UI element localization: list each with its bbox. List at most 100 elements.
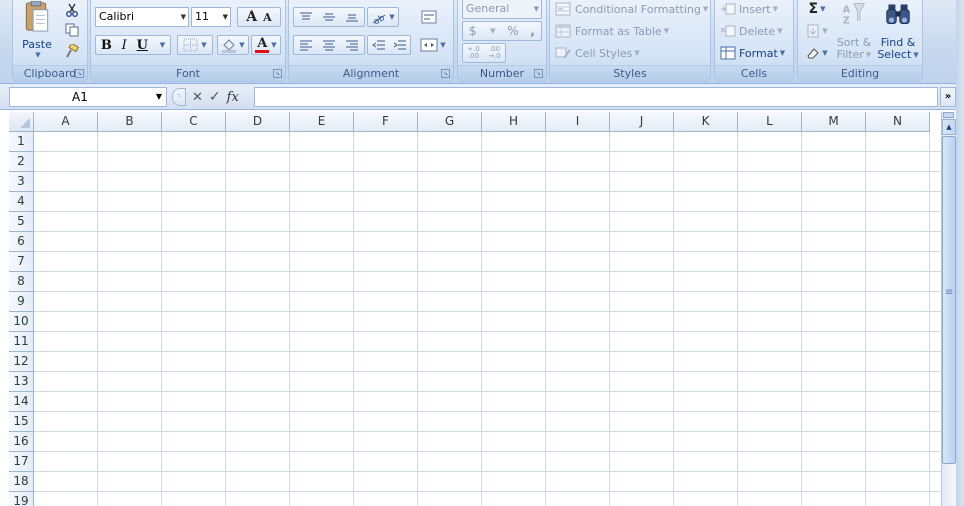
row-header-18[interactable]: 18 <box>9 472 34 492</box>
row-header-6[interactable]: 6 <box>9 232 34 252</box>
font-dialog-launcher[interactable]: ↘ <box>273 69 282 78</box>
format-as-table-button[interactable]: Format as Table ▼ <box>554 22 710 40</box>
expand-formula-bar-icon[interactable]: » <box>940 87 956 107</box>
underline-dropdown-icon[interactable]: ▼ <box>160 41 165 49</box>
merge-center-dropdown-icon[interactable]: ▼ <box>440 41 445 49</box>
font-name-combo[interactable]: Calibri ▼ <box>95 7 189 27</box>
cell-styles-dropdown-icon[interactable]: ▼ <box>634 49 639 57</box>
column-header-g[interactable]: G <box>418 112 482 132</box>
borders-dropdown-icon[interactable]: ▼ <box>201 41 206 49</box>
comma-button[interactable]: , <box>530 24 535 39</box>
column-header-i[interactable]: I <box>546 112 610 132</box>
number-dialog-launcher[interactable]: ↘ <box>534 69 543 78</box>
paste-dropdown-icon[interactable]: ▼ <box>35 51 40 59</box>
currency-button[interactable]: $ <box>469 24 477 38</box>
font-size-dropdown-icon[interactable]: ▼ <box>223 8 228 26</box>
align-center-icon[interactable] <box>322 39 336 51</box>
cell-area[interactable] <box>34 132 941 506</box>
decrease-indent-icon[interactable] <box>371 39 386 51</box>
column-header-m[interactable]: M <box>802 112 866 132</box>
row-header-9[interactable]: 9 <box>9 292 34 312</box>
row-header-19[interactable]: 19 <box>9 492 34 506</box>
row-header-14[interactable]: 14 <box>9 392 34 412</box>
increase-indent-icon[interactable] <box>393 39 407 51</box>
top-align-icon[interactable] <box>299 11 313 23</box>
cut-button[interactable] <box>63 2 81 18</box>
cancel-icon[interactable]: ✕ <box>192 90 203 105</box>
copy-button[interactable] <box>63 22 81 38</box>
autosum-button[interactable]: Σ ▼ <box>802 0 832 18</box>
number-format-dropdown-icon[interactable]: ▼ <box>534 0 539 18</box>
shrink-font-button[interactable]: A <box>263 11 272 24</box>
percent-button[interactable]: % <box>507 24 518 38</box>
orientation-dropdown-icon[interactable]: ▼ <box>389 13 394 21</box>
row-header-13[interactable]: 13 <box>9 372 34 392</box>
autosum-dropdown-icon[interactable]: ▼ <box>820 5 825 13</box>
row-header-8[interactable]: 8 <box>9 272 34 292</box>
clipboard-dialog-launcher[interactable]: ↘ <box>75 69 84 78</box>
fill-color-button[interactable]: ▼ <box>217 35 249 55</box>
find-select-button[interactable]: Find & Select ▼ <box>876 0 920 62</box>
row-header-7[interactable]: 7 <box>9 252 34 272</box>
row-header-17[interactable]: 17 <box>9 452 34 472</box>
column-header-k[interactable]: K <box>674 112 738 132</box>
conditional-formatting-dropdown-icon[interactable]: ▼ <box>703 5 708 13</box>
font-color-dropdown-icon[interactable]: ▼ <box>271 41 276 49</box>
conditional-formatting-button[interactable]: Conditional Formatting ▼ <box>554 0 710 18</box>
column-header-n[interactable]: N <box>866 112 930 132</box>
clear-button[interactable]: ▼ <box>802 44 832 62</box>
select-all-button[interactable] <box>9 112 34 132</box>
decrease-decimal-button[interactable]: .00 →.0 <box>486 46 504 60</box>
row-header-4[interactable]: 4 <box>9 192 34 212</box>
format-painter-button[interactable] <box>63 43 81 59</box>
find-select-dropdown-icon[interactable]: ▼ <box>913 49 918 61</box>
scroll-thumb[interactable] <box>942 136 956 464</box>
format-cells-button[interactable]: Format ▼ <box>719 44 791 62</box>
font-name-dropdown-icon[interactable]: ▼ <box>181 8 186 26</box>
increase-decimal-button[interactable]: +.0 .00 <box>465 46 483 60</box>
row-header-15[interactable]: 15 <box>9 412 34 432</box>
font-size-combo[interactable]: 11 ▼ <box>191 7 231 27</box>
row-header-5[interactable]: 5 <box>9 212 34 232</box>
insert-cells-dropdown-icon[interactable]: ▼ <box>773 5 778 13</box>
insert-cells-button[interactable]: Insert ▼ <box>719 0 791 18</box>
insert-function-icon[interactable]: fx <box>227 90 239 105</box>
column-header-j[interactable]: J <box>610 112 674 132</box>
alignment-dialog-launcher[interactable]: ↘ <box>441 69 450 78</box>
middle-align-icon[interactable] <box>322 11 336 23</box>
column-header-l[interactable]: L <box>738 112 802 132</box>
paste-button[interactable]: Paste ▼ <box>19 0 55 60</box>
fill-color-dropdown-icon[interactable]: ▼ <box>239 41 244 49</box>
name-box[interactable]: A1 ▼ <box>9 87 167 107</box>
fill-button[interactable]: ▼ <box>802 22 832 40</box>
split-box-handle[interactable] <box>943 112 954 118</box>
italic-button[interactable]: I <box>122 38 127 53</box>
sort-filter-button[interactable]: A Z Sort & Filter ▼ <box>834 0 874 62</box>
column-header-e[interactable]: E <box>290 112 354 132</box>
name-box-dropdown-icon[interactable]: ▼ <box>156 88 162 106</box>
number-format-combo[interactable]: General ▼ <box>462 0 542 19</box>
column-header-b[interactable]: B <box>98 112 162 132</box>
column-header-c[interactable]: C <box>162 112 226 132</box>
format-as-table-dropdown-icon[interactable]: ▼ <box>664 27 669 35</box>
bottom-align-icon[interactable] <box>345 11 359 23</box>
row-header-11[interactable]: 11 <box>9 332 34 352</box>
orientation-button[interactable]: ab ▼ <box>367 7 399 27</box>
bold-button[interactable]: B <box>101 38 112 53</box>
enter-icon[interactable]: ✓ <box>209 89 221 105</box>
formula-input[interactable] <box>254 87 938 107</box>
merge-center-button[interactable]: ▼ <box>417 35 449 55</box>
clear-dropdown-icon[interactable]: ▼ <box>822 49 827 57</box>
row-header-2[interactable]: 2 <box>9 152 34 172</box>
formula-splitter-handle[interactable]: ◝ <box>172 88 186 106</box>
underline-button[interactable]: U <box>137 38 148 53</box>
format-cells-dropdown-icon[interactable]: ▼ <box>780 49 785 57</box>
grow-font-button[interactable]: A <box>246 9 257 25</box>
cell-styles-button[interactable]: Cell Styles ▼ <box>554 44 710 62</box>
align-left-icon[interactable] <box>299 39 313 51</box>
column-header-d[interactable]: D <box>226 112 290 132</box>
borders-button[interactable]: ▼ <box>177 35 213 55</box>
currency-dropdown-icon[interactable]: ▼ <box>490 27 495 35</box>
column-header-h[interactable]: H <box>482 112 546 132</box>
wrap-text-button[interactable] <box>417 7 441 27</box>
